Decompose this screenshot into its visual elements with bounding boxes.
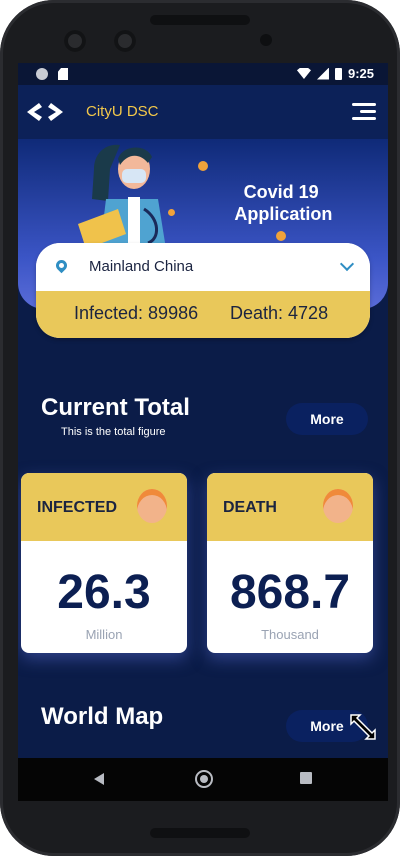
proximity-sensor — [260, 34, 272, 46]
infected-card[interactable]: INFECTED 26.3 Million — [21, 473, 187, 653]
current-total-title: Current Total — [41, 394, 190, 421]
chevron-down-icon[interactable] — [339, 256, 355, 272]
card-header: DEATH — [207, 473, 373, 541]
current-total-more-button[interactable]: More — [286, 403, 368, 435]
recent-apps-icon[interactable] — [300, 772, 312, 784]
death-summary: Death: 4728 — [230, 303, 329, 323]
world-map-title: World Map — [41, 703, 164, 730]
card-label: DEATH — [223, 499, 277, 516]
card-unit: Thousand — [261, 627, 319, 642]
sd-card-icon — [58, 68, 68, 80]
app-screen: 9:25 CityU DSC Covid 19 Application Main… — [18, 63, 388, 801]
current-total-subtitle: This is the total figure — [61, 426, 166, 438]
location-card: Mainland China Infected: 89986 Death: 47… — [36, 243, 370, 338]
sick-face-icon — [137, 489, 167, 523]
front-sensor — [114, 30, 136, 52]
navigation-bar — [18, 758, 388, 801]
bottom-speaker — [150, 828, 250, 838]
resize-cursor-icon — [350, 714, 376, 740]
app-bar: CityU DSC — [18, 85, 388, 139]
back-icon[interactable] — [94, 773, 104, 785]
sick-face-icon — [323, 489, 353, 523]
hero-title: Covid 19 Application — [234, 182, 333, 224]
home-icon[interactable] — [195, 770, 213, 788]
infected-summary: Infected: 89986 — [74, 303, 199, 323]
code-logo-icon[interactable] — [25, 101, 65, 123]
notification-dot-icon — [36, 68, 48, 80]
menu-icon[interactable] — [352, 103, 376, 121]
location-selector[interactable]: Mainland China — [36, 243, 370, 291]
status-bar: 9:25 — [18, 63, 388, 85]
location-selected: Mainland China — [89, 258, 194, 275]
virus-icon — [168, 209, 175, 216]
status-icons: 9:25 — [296, 66, 374, 81]
phone-frame: 9:25 CityU DSC Covid 19 Application Main… — [0, 0, 400, 856]
summary-row: Infected: 89986 Death: 4728 — [36, 291, 370, 338]
signal-icon — [316, 67, 329, 80]
front-camera — [64, 30, 86, 52]
app-title: CityU DSC — [86, 103, 159, 120]
battery-icon — [334, 67, 342, 80]
doctor-illustration — [78, 144, 166, 249]
status-time: 9:25 — [347, 66, 374, 81]
card-header: INFECTED — [21, 473, 187, 541]
wifi-icon — [296, 68, 311, 79]
card-value: 868.7 — [229, 566, 351, 619]
earpiece-speaker — [150, 15, 250, 25]
card-label: INFECTED — [37, 499, 117, 516]
virus-icon — [198, 161, 208, 171]
death-card[interactable]: DEATH 868.7 Thousand — [207, 473, 373, 653]
location-pin-icon — [53, 257, 70, 274]
card-value: 26.3 — [57, 566, 151, 619]
virus-icon — [276, 231, 286, 241]
card-unit: Million — [85, 627, 123, 642]
